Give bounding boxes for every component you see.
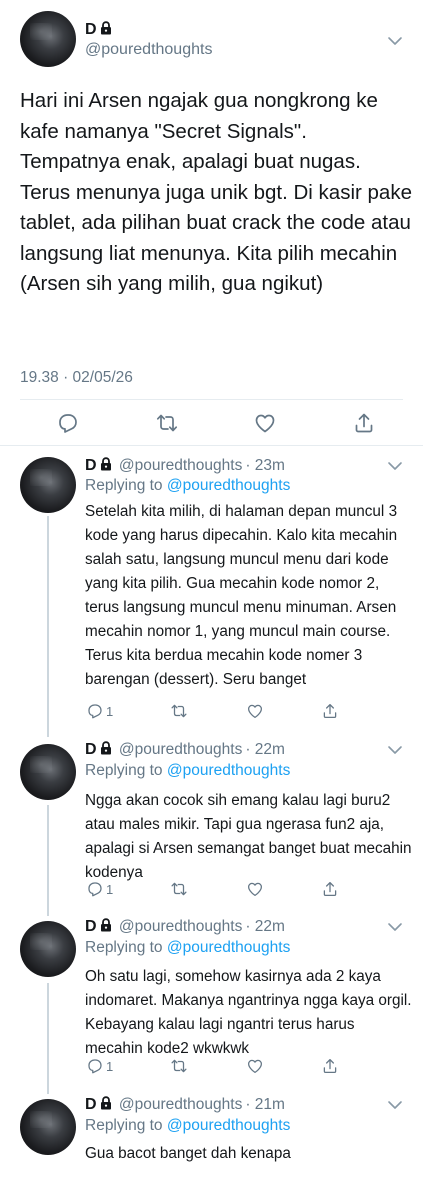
share-icon bbox=[352, 411, 376, 435]
chevron-down-icon[interactable] bbox=[387, 745, 403, 755]
reply-button[interactable]: 1 bbox=[86, 1057, 113, 1075]
replying-to-link[interactable]: @pouredthoughts bbox=[167, 1117, 290, 1134]
author-row: D @pouredthoughts · 22m bbox=[85, 917, 285, 938]
avatar[interactable] bbox=[20, 457, 76, 513]
retweet-icon bbox=[170, 1057, 188, 1075]
author-name-row: D bbox=[85, 20, 112, 41]
heart-icon bbox=[253, 411, 277, 435]
replying-to: Replying to @pouredthoughts bbox=[85, 476, 290, 496]
replying-to-link[interactable]: @pouredthoughts bbox=[167, 477, 290, 494]
display-name[interactable]: D bbox=[85, 741, 97, 758]
action-bar: 1 bbox=[86, 1057, 339, 1075]
share-button[interactable] bbox=[352, 411, 376, 435]
replying-to-label: Replying to bbox=[85, 762, 163, 779]
display-name[interactable]: D bbox=[85, 21, 97, 38]
reply-count: 1 bbox=[106, 703, 114, 719]
reply-text: Oh satu lagi, somehow kasirnya ada 2 kay… bbox=[85, 968, 412, 1057]
like-button[interactable] bbox=[246, 880, 264, 898]
avatar[interactable] bbox=[20, 1099, 76, 1155]
retweet-icon bbox=[170, 880, 188, 898]
author-row: D @pouredthoughts · 21m bbox=[85, 1095, 285, 1116]
action-bar bbox=[56, 411, 376, 435]
chevron-down-icon[interactable] bbox=[387, 461, 403, 471]
handle[interactable]: @pouredthoughts bbox=[119, 1096, 242, 1113]
share-button[interactable] bbox=[321, 1057, 339, 1075]
heart-icon bbox=[246, 1057, 264, 1075]
like-button[interactable] bbox=[246, 1057, 264, 1075]
thread-line bbox=[47, 516, 49, 737]
replying-to-label: Replying to bbox=[85, 939, 163, 956]
tweet-timestamp[interactable]: 19.38 · 02/05/26 bbox=[20, 368, 133, 388]
replying-to: Replying to @pouredthoughts bbox=[85, 1116, 290, 1136]
replying-to: Replying to @pouredthoughts bbox=[85, 761, 290, 781]
reply-button[interactable] bbox=[56, 411, 80, 435]
chevron-down-icon[interactable] bbox=[387, 36, 403, 46]
handle[interactable]: @pouredthoughts bbox=[119, 457, 242, 474]
reply-time[interactable]: · 21m bbox=[245, 1096, 285, 1113]
retweet-button[interactable] bbox=[170, 702, 188, 720]
reply-count: 1 bbox=[106, 881, 114, 897]
heart-icon bbox=[246, 880, 264, 898]
lock-icon bbox=[100, 918, 112, 938]
reply-text: Ngga akan cocok sih emang kalau lagi bur… bbox=[85, 792, 412, 881]
thread-line bbox=[47, 983, 49, 1094]
reply-icon bbox=[86, 702, 104, 720]
reply-time[interactable]: · 22m bbox=[245, 918, 285, 935]
thread-line bbox=[47, 805, 49, 916]
chevron-down-icon[interactable] bbox=[387, 922, 403, 932]
replying-to-link[interactable]: @pouredthoughts bbox=[167, 762, 290, 779]
action-bar: 1 bbox=[86, 880, 339, 898]
reply-count: 1 bbox=[106, 1058, 114, 1074]
share-icon bbox=[321, 880, 339, 898]
reply-time[interactable]: · 22m bbox=[245, 741, 285, 758]
retweet-button[interactable] bbox=[170, 880, 188, 898]
display-name[interactable]: D bbox=[85, 918, 97, 935]
retweet-icon bbox=[170, 702, 188, 720]
lock-icon bbox=[100, 457, 112, 477]
avatar[interactable] bbox=[20, 744, 76, 800]
divider bbox=[20, 399, 403, 400]
tweet-text: Hari ini Arsen ngajak gua nongkrong ke k… bbox=[20, 89, 412, 295]
reply-text: Setelah kita milih, di halaman depan mun… bbox=[85, 503, 398, 688]
share-icon bbox=[321, 702, 339, 720]
replying-to-label: Replying to bbox=[85, 1117, 163, 1134]
reply-icon bbox=[86, 880, 104, 898]
author-row: D @pouredthoughts · 23m bbox=[85, 456, 285, 477]
display-name[interactable]: D bbox=[85, 457, 97, 474]
reply-icon bbox=[56, 411, 80, 435]
like-button[interactable] bbox=[246, 702, 264, 720]
reply-button[interactable]: 1 bbox=[86, 880, 113, 898]
handle[interactable]: @pouredthoughts bbox=[119, 741, 242, 758]
share-icon bbox=[321, 1057, 339, 1075]
retweet-icon bbox=[155, 411, 179, 435]
handle[interactable]: @pouredthoughts bbox=[85, 40, 212, 60]
lock-icon bbox=[100, 21, 112, 41]
chevron-down-icon[interactable] bbox=[387, 1100, 403, 1110]
replying-to: Replying to @pouredthoughts bbox=[85, 938, 290, 958]
retweet-button[interactable] bbox=[155, 411, 179, 435]
display-name[interactable]: D bbox=[85, 1096, 97, 1113]
replying-to-label: Replying to bbox=[85, 477, 163, 494]
reply-icon bbox=[86, 1057, 104, 1075]
avatar[interactable] bbox=[20, 11, 76, 67]
share-button[interactable] bbox=[321, 880, 339, 898]
share-button[interactable] bbox=[321, 702, 339, 720]
divider bbox=[0, 445, 423, 446]
handle[interactable]: @pouredthoughts bbox=[119, 918, 242, 935]
avatar[interactable] bbox=[20, 921, 76, 977]
like-button[interactable] bbox=[253, 411, 277, 435]
lock-icon bbox=[100, 741, 112, 761]
replying-to-link[interactable]: @pouredthoughts bbox=[167, 939, 290, 956]
reply-button[interactable]: 1 bbox=[86, 702, 113, 720]
reply-text: Gua bacot banget dah kenapa bbox=[85, 1145, 291, 1162]
lock-icon bbox=[100, 1096, 112, 1116]
reply-time[interactable]: · 23m bbox=[245, 457, 285, 474]
retweet-button[interactable] bbox=[170, 1057, 188, 1075]
heart-icon bbox=[246, 702, 264, 720]
action-bar: 1 bbox=[86, 702, 339, 720]
author-row: D @pouredthoughts · 22m bbox=[85, 740, 285, 761]
